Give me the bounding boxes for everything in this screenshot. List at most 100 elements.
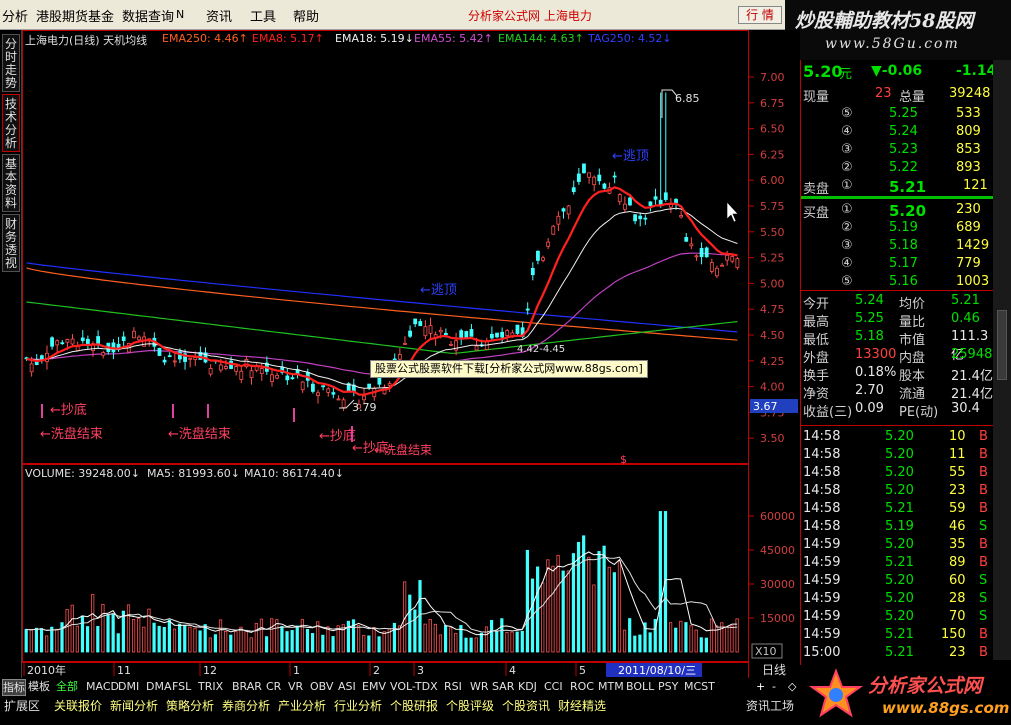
candle-body[interactable] — [530, 268, 535, 276]
volume-bar[interactable] — [428, 619, 432, 653]
volume-bar[interactable] — [551, 565, 555, 653]
indicator-tab[interactable]: OBV — [310, 679, 333, 696]
volume-bar[interactable] — [357, 625, 361, 653]
candle-body[interactable] — [336, 398, 341, 401]
volume-bar[interactable] — [474, 637, 478, 653]
volume-bar[interactable] — [684, 622, 688, 653]
info-tab[interactable]: 个股资讯 — [502, 698, 550, 716]
indicator-tab[interactable]: MACD — [86, 679, 119, 696]
volume-bar[interactable] — [479, 632, 483, 653]
tab-fundamentals[interactable]: 基本资料 — [2, 154, 20, 212]
buy-level[interactable]: ④ 5.17 779 — [801, 255, 994, 273]
indicator-tab[interactable]: BRAR — [232, 679, 262, 696]
info-tab[interactable]: 券商分析 — [222, 698, 270, 716]
candle-body[interactable] — [628, 197, 632, 206]
volume-bar[interactable] — [725, 626, 729, 653]
candle-body[interactable] — [285, 375, 290, 381]
candle-body[interactable] — [556, 215, 561, 225]
info-tab[interactable]: 关联报价 — [54, 698, 102, 716]
volume-bar[interactable] — [24, 628, 28, 653]
tick-row[interactable]: 14:58 5.19 46 S — [801, 518, 994, 536]
indicator-tab[interactable]: FSL — [172, 679, 191, 696]
volume-bar[interactable] — [167, 619, 171, 653]
indicator-tab[interactable]: CCI — [544, 679, 563, 696]
candle-body[interactable] — [188, 357, 193, 360]
candle-body[interactable] — [218, 364, 223, 371]
volume-bar[interactable] — [203, 624, 207, 653]
candle-body[interactable] — [715, 267, 719, 277]
candle-body[interactable] — [469, 329, 474, 337]
indicator-tab[interactable]: RSI — [444, 679, 462, 696]
tick-row[interactable]: 14:58 5.20 23 B — [801, 482, 994, 500]
info-workshop[interactable]: 资讯工场 — [746, 698, 794, 716]
candle-body[interactable] — [80, 337, 85, 342]
candle-body[interactable] — [331, 392, 336, 395]
indicator-tab[interactable]: EMV — [362, 679, 386, 696]
volume-bar[interactable] — [249, 637, 253, 653]
volume-bar[interactable] — [280, 626, 284, 653]
indicator-tab[interactable]: ROC — [570, 679, 594, 696]
volume-bar[interactable] — [495, 631, 499, 653]
candle-body[interactable] — [55, 340, 60, 346]
candle-body[interactable] — [397, 354, 402, 360]
volume-bar[interactable] — [55, 628, 59, 653]
volume-bar[interactable] — [198, 630, 202, 653]
candle-body[interactable] — [653, 196, 658, 200]
volume-bar[interactable] — [259, 618, 264, 653]
candle-body[interactable] — [597, 174, 602, 182]
volume-bar[interactable] — [648, 632, 652, 653]
candle-body[interactable] — [239, 370, 244, 380]
candle-body[interactable] — [633, 214, 637, 222]
tab-technical[interactable]: 技术分析 — [2, 94, 20, 152]
candle-body[interactable] — [208, 368, 213, 375]
candle-body[interactable] — [70, 338, 75, 345]
volume-bar[interactable] — [454, 632, 458, 653]
volume-bar[interactable] — [326, 626, 330, 653]
volume-bar[interactable] — [346, 620, 351, 653]
scroll-thumb[interactable] — [997, 310, 1007, 380]
indicator-tab[interactable]: DMA — [146, 679, 172, 696]
candle-body[interactable] — [65, 339, 70, 343]
candle-body[interactable] — [50, 337, 54, 347]
candle-body[interactable] — [29, 363, 34, 373]
candle-body[interactable] — [413, 318, 418, 325]
volume-bar[interactable] — [689, 625, 693, 653]
candle-body[interactable] — [167, 355, 172, 358]
volume-bar[interactable] — [464, 637, 468, 653]
sell-level[interactable]: ⑤ 5.25 533 — [801, 105, 994, 123]
candle-body[interactable] — [730, 256, 735, 262]
volume-bar[interactable] — [592, 584, 596, 653]
volume-bar[interactable] — [597, 551, 601, 653]
volume-bar[interactable] — [730, 625, 734, 653]
candle-body[interactable] — [592, 176, 597, 186]
tick-row[interactable]: 14:59 5.20 35 B — [801, 536, 994, 554]
volume-bar[interactable] — [96, 626, 100, 653]
indicator-tab[interactable]: MCST — [684, 679, 715, 696]
indicator-tab[interactable]: CR — [266, 679, 281, 696]
sell-level[interactable]: ④ 5.24 809 — [801, 123, 994, 141]
volume-bar[interactable] — [622, 629, 627, 653]
candle-body[interactable] — [234, 366, 239, 372]
indicator-tab[interactable]: 指标 — [2, 679, 26, 696]
candle-body[interactable] — [709, 262, 714, 272]
chart-nav-control[interactable]: - — [772, 679, 776, 696]
candle-body[interactable] — [224, 366, 228, 369]
volume-bar[interactable] — [515, 631, 519, 653]
volume-bar[interactable] — [218, 619, 223, 653]
volume-bar[interactable] — [142, 626, 146, 653]
volume-bar[interactable] — [669, 622, 673, 653]
volume-bar[interactable] — [193, 627, 197, 653]
candle-body[interactable] — [720, 264, 724, 267]
candle-body[interactable] — [704, 247, 709, 258]
candle-body[interactable] — [505, 330, 510, 336]
volume-bar[interactable] — [372, 627, 376, 653]
volume-bar[interactable] — [229, 634, 233, 653]
tick-row[interactable]: 14:59 5.20 70 S — [801, 608, 994, 626]
candle-body[interactable] — [172, 360, 177, 363]
tick-row[interactable]: 14:59 5.20 28 S — [801, 590, 994, 608]
candle-body[interactable] — [587, 172, 591, 178]
volume-bars[interactable] — [24, 511, 739, 653]
candle-body[interactable] — [157, 347, 162, 356]
candle-body[interactable] — [638, 215, 643, 220]
volume-bar[interactable] — [541, 582, 545, 653]
